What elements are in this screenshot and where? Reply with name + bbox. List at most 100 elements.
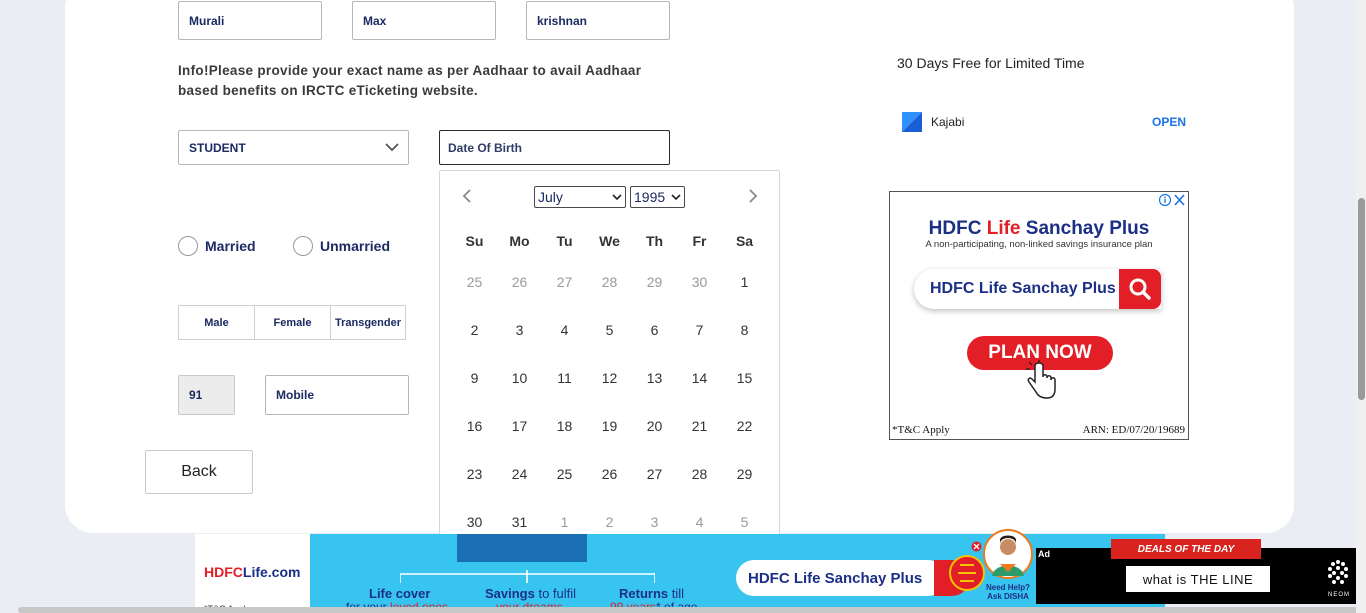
month-select[interactable]: July	[534, 186, 626, 208]
hdfc-ad-tc: *T&C Apply	[892, 424, 950, 436]
calendar-day[interactable]: 26	[587, 466, 632, 482]
gender-transgender-button[interactable]: Transgender	[330, 305, 406, 340]
kajabi-name: Kajabi	[931, 115, 965, 129]
disha-help-text[interactable]: Need Help? Ask DISHA	[983, 583, 1033, 601]
calendar-day[interactable]: 3	[632, 514, 677, 530]
calendar-day[interactable]: 18	[542, 418, 587, 434]
calendar-day[interactable]: 31	[497, 514, 542, 530]
weekday-header: Th	[645, 233, 664, 249]
logo-part: .com	[267, 564, 301, 580]
calendar-day[interactable]: 10	[497, 370, 542, 386]
banner-item-savings: Savings to fulfil	[485, 586, 576, 601]
hdfc-search-button	[1119, 269, 1161, 309]
calendar-day[interactable]: 21	[677, 418, 722, 434]
calendar-day[interactable]: 1	[722, 274, 767, 290]
calendar-day[interactable]: 25	[452, 274, 497, 290]
banner-item-part: Savings	[485, 586, 535, 601]
calendar-day[interactable]: 16	[452, 418, 497, 434]
info-line-2: based benefits on IRCTC eTicketing websi…	[178, 83, 478, 98]
neom-search-query: what is THE LINE	[1126, 566, 1270, 592]
calendar-day[interactable]: 23	[452, 466, 497, 482]
calendar-day[interactable]: 19	[587, 418, 632, 434]
calendar-day[interactable]: 15	[722, 370, 767, 386]
calendar-day[interactable]: 1	[542, 514, 587, 530]
year-value: 1995	[634, 189, 666, 205]
calendar-day[interactable]: 28	[587, 274, 632, 290]
gender-female-button[interactable]: Female	[254, 305, 331, 340]
calendar-day[interactable]: 17	[497, 418, 542, 434]
calendar-day[interactable]: 5	[587, 322, 632, 338]
calendar-day[interactable]: 26	[497, 274, 542, 290]
calendar-day[interactable]: 27	[542, 274, 587, 290]
close-icon[interactable]	[971, 541, 982, 552]
calendar-day[interactable]: 2	[587, 514, 632, 530]
calendar-day[interactable]: 8	[722, 322, 767, 338]
gender-male-button[interactable]: Male	[178, 305, 255, 340]
info-line-1: Info!Please provide your exact name as p…	[178, 63, 642, 78]
occupation-value: STUDENT	[189, 140, 246, 155]
radio-circle[interactable]	[178, 236, 198, 256]
vertical-scrollbar[interactable]	[1358, 198, 1365, 400]
month-value: July	[538, 189, 563, 205]
calendar-day[interactable]: 2	[452, 322, 497, 338]
weekday-header: Mo	[509, 233, 530, 249]
ad-info-icon[interactable]	[1158, 193, 1186, 207]
first-name-input[interactable]: Murali	[178, 1, 322, 40]
radio-married[interactable]: Married	[178, 236, 256, 256]
calendar-day[interactable]: 20	[632, 418, 677, 434]
calendar-day[interactable]: 11	[542, 370, 587, 386]
banner-item-returns: Returns till	[619, 586, 684, 601]
kajabi-open-link[interactable]: OPEN	[1152, 115, 1186, 129]
hdfc-life-logo: HDFCLife.com	[204, 564, 300, 580]
last-name-input[interactable]: krishnan	[526, 1, 670, 40]
calendar-day[interactable]: 13	[632, 370, 677, 386]
banner-item-life-cover: Life cover	[369, 586, 431, 601]
middle-name-input[interactable]: Max	[352, 1, 496, 40]
kajabi-logo-icon	[902, 112, 922, 132]
hdfc-ad[interactable]: HDFC Life Sanchay Plus A non-participati…	[889, 191, 1189, 440]
banner-item-part: to fulfil	[534, 586, 577, 601]
dob-input[interactable]: Date Of Birth	[439, 130, 670, 165]
occupation-select[interactable]: STUDENT	[178, 130, 409, 165]
hdfc-title-life: Life	[986, 218, 1021, 239]
calendar-day[interactable]: 27	[632, 466, 677, 482]
aadhaar-info-text: Info!Please provide your exact name as p…	[178, 61, 678, 101]
deals-ribbon: DEALS OF THE DAY	[1111, 539, 1261, 559]
calendar-day[interactable]: 12	[587, 370, 632, 386]
radio-unmarried[interactable]: Unmarried	[293, 236, 390, 256]
calendar-day[interactable]: 29	[722, 466, 767, 482]
calendar-day[interactable]: 3	[497, 322, 542, 338]
weekday-header: Tu	[556, 233, 573, 249]
chevron-down-icon	[385, 143, 399, 152]
calendar-day[interactable]: 25	[542, 466, 587, 482]
radio-unmarried-label: Unmarried	[320, 238, 391, 254]
calendar-day[interactable]: 5	[722, 514, 767, 530]
back-button[interactable]: Back	[145, 450, 253, 494]
hdfc-ad-subtitle: A non-participating, non-linked savings …	[925, 239, 1153, 250]
calendar-day[interactable]: 29	[632, 274, 677, 290]
calendar-day[interactable]: 22	[722, 418, 767, 434]
calendar-day[interactable]: 30	[677, 274, 722, 290]
chevron-left-icon[interactable]	[458, 187, 476, 205]
calendar-day[interactable]: 6	[632, 322, 677, 338]
banner-item-part: till	[668, 586, 685, 601]
neom-ad[interactable]: Ad DEALS OF THE DAY what is THE LINE NEO…	[1036, 539, 1360, 604]
banner-logo-area: HDFCLife.com *T&C Apply	[195, 534, 310, 613]
calendar-day[interactable]: 14	[677, 370, 722, 386]
mobile-input[interactable]: Mobile	[265, 375, 409, 415]
country-code-field: 91	[178, 375, 235, 415]
calendar-day[interactable]: 30	[452, 514, 497, 530]
calendar-day[interactable]: 24	[497, 466, 542, 482]
disha-avatar-icon	[983, 529, 1033, 579]
radio-married-label: Married	[205, 238, 256, 254]
calendar-day[interactable]: 7	[677, 322, 722, 338]
year-select[interactable]: 1995	[630, 186, 685, 208]
calendar-day[interactable]: 4	[542, 322, 587, 338]
radio-circle[interactable]	[293, 236, 313, 256]
calendar-day[interactable]: 4	[677, 514, 722, 530]
calendar-day[interactable]: 9	[452, 370, 497, 386]
weekday-header: Fr	[692, 233, 707, 249]
horizontal-scrollbar[interactable]	[18, 607, 1358, 613]
calendar-day[interactable]: 28	[677, 466, 722, 482]
chevron-right-icon[interactable]	[744, 187, 762, 205]
